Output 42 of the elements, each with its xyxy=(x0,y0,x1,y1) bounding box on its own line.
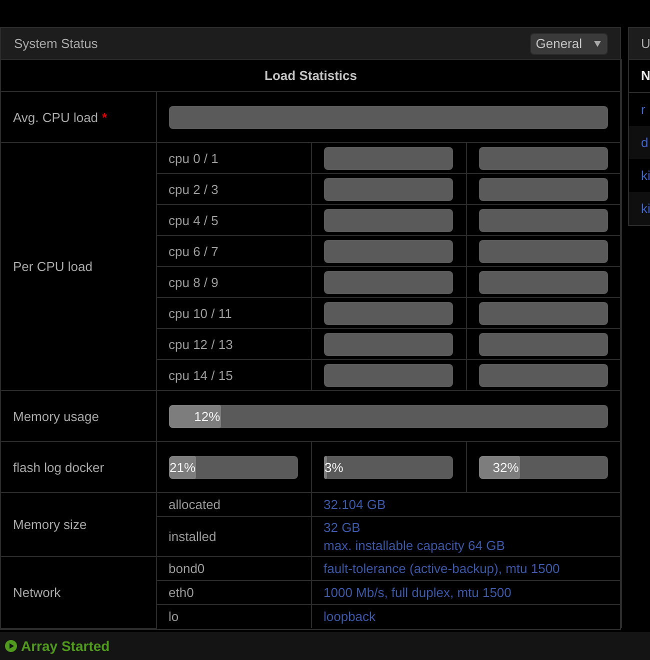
progress-reading: 32% xyxy=(492,458,520,476)
cpu-label: cpu 6 / 7 xyxy=(168,244,218,258)
memory-value: 32.104 GB xyxy=(324,496,387,514)
progress-reading: 3% xyxy=(324,458,344,476)
row-label: Network xyxy=(13,584,61,600)
side-panel-title: U xyxy=(641,36,650,51)
memory-label: allocated xyxy=(168,497,221,512)
cpu-label: cpu 10 / 11 xyxy=(168,306,232,320)
memory-label: installed xyxy=(168,529,216,544)
progress-reading: 21% xyxy=(168,458,197,476)
network-value: fault-tolerance (active-backup), mtu 1500 xyxy=(324,560,561,578)
memory-value: 32 GB xyxy=(324,518,362,536)
view-select[interactable]: General xyxy=(530,32,608,54)
column-header: N xyxy=(629,59,650,93)
user-link[interactable]: ki xyxy=(641,201,650,216)
network-label: lo xyxy=(168,609,179,624)
progress-reading: 12% xyxy=(193,408,222,426)
cpu-label: cpu 8 / 9 xyxy=(168,274,218,290)
row-label: Memory size xyxy=(13,517,87,532)
panel-title: System Status xyxy=(14,36,98,51)
cpu-label: cpu 0 / 1 xyxy=(168,150,218,166)
row-label: Memory usage xyxy=(13,408,99,424)
cpu-label: cpu 12 / 13 xyxy=(168,336,233,352)
network-value: 1000 Mb/s, full duplex, mtu 1500 xyxy=(324,584,512,602)
cpu-label: cpu 4 / 5 xyxy=(168,212,218,228)
row-label: Avg. CPU load xyxy=(13,110,98,124)
user-link[interactable]: ki xyxy=(641,168,650,183)
array-status: Array Started xyxy=(21,638,110,654)
cpu-label: cpu 2 / 3 xyxy=(168,182,218,196)
row-label: flash log docker xyxy=(13,460,104,474)
caret-icon xyxy=(594,40,601,46)
required-mark: * xyxy=(102,110,108,124)
row-label: Per CPU load xyxy=(13,259,92,274)
cpu-label: cpu 14 / 15 xyxy=(168,368,233,382)
table-title: Load Statistics xyxy=(264,68,357,83)
network-label: bond0 xyxy=(168,561,205,576)
network-value: loopback xyxy=(324,608,377,626)
memory-value: max. installable capacity 64 GB xyxy=(324,536,506,554)
user-link[interactable]: r xyxy=(641,102,646,117)
play-circle-icon xyxy=(5,640,17,652)
user-link[interactable]: d xyxy=(641,135,648,150)
network-label: eth0 xyxy=(168,585,194,600)
